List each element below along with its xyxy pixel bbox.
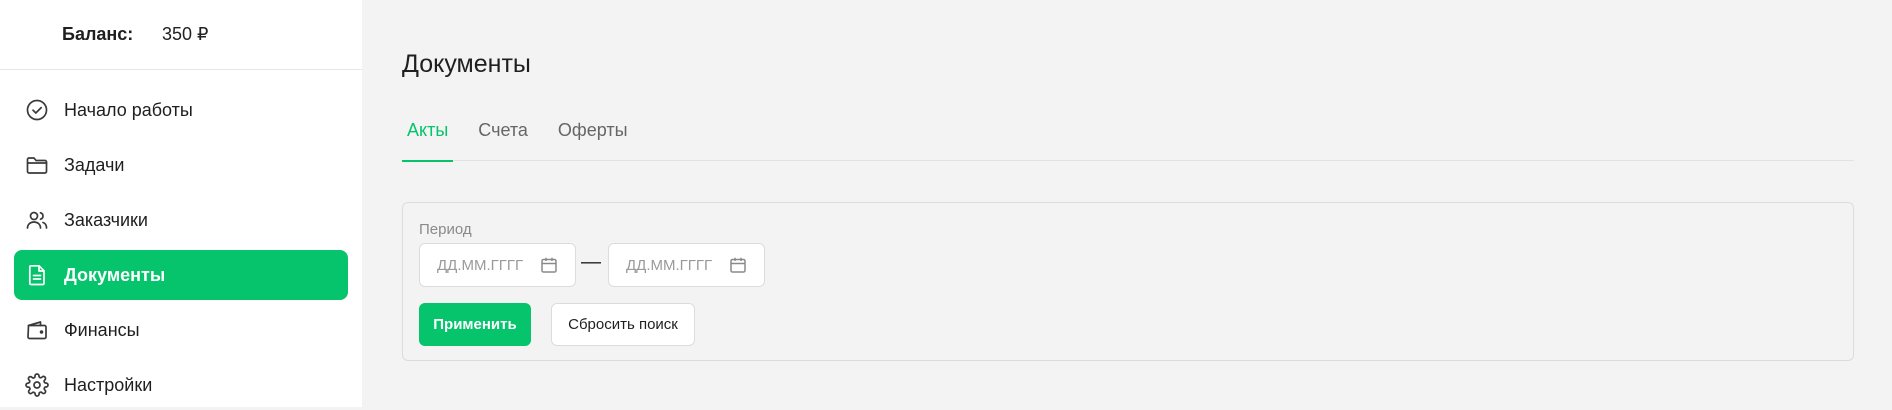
sidebar-item-finance[interactable]: Финансы xyxy=(14,305,348,355)
calendar-icon[interactable] xyxy=(728,255,748,275)
tab-acts[interactable]: Акты xyxy=(402,110,454,162)
sidebar-item-label: Настройки xyxy=(64,374,153,395)
sidebar-item-label: Начало работы xyxy=(64,99,193,120)
date-to-placeholder: ДД.ММ.ГГГГ xyxy=(626,256,713,274)
sidebar-item-customers[interactable]: Заказчики xyxy=(14,195,348,245)
wallet-icon xyxy=(24,317,50,343)
sidebar-item-label: Документы xyxy=(64,264,166,285)
reset-search-button[interactable]: Сбросить поиск xyxy=(551,303,695,346)
date-range-separator: — xyxy=(581,251,601,273)
calendar-icon[interactable] xyxy=(539,255,559,275)
folder-icon xyxy=(24,152,50,178)
balance-value: 350 ₽ xyxy=(162,24,209,44)
sidebar-item-documents[interactable]: Документы xyxy=(14,250,348,300)
sidebar: Баланс: 350 ₽ Начало работы Задачи Заказ… xyxy=(0,0,362,407)
sidebar-item-label: Заказчики xyxy=(64,209,148,230)
sidebar-item-settings[interactable]: Настройки xyxy=(14,360,348,410)
document-icon xyxy=(24,262,50,288)
check-circle-icon xyxy=(24,97,50,123)
balance-label: Баланс: xyxy=(62,24,134,44)
date-to-input[interactable]: ДД.ММ.ГГГГ xyxy=(608,243,765,287)
page-title: Документы xyxy=(402,50,531,78)
sidebar-item-label: Задачи xyxy=(64,154,125,175)
sidebar-item-label: Финансы xyxy=(64,319,140,340)
users-icon xyxy=(24,207,50,233)
tab-invoices[interactable]: Счета xyxy=(473,110,533,160)
filter-panel: Период ДД.ММ.ГГГГ — ДД.ММ.ГГГГ Применить… xyxy=(402,202,1854,361)
sidebar-item-tasks[interactable]: Задачи xyxy=(14,140,348,190)
date-from-placeholder: ДД.ММ.ГГГГ xyxy=(437,256,524,274)
tab-offers[interactable]: Оферты xyxy=(553,110,633,160)
document-tabs: Акты Счета Оферты xyxy=(402,110,1854,162)
sidebar-nav: Начало работы Задачи Заказчики Документы… xyxy=(0,70,362,410)
main-content: Документы Акты Счета Оферты Период ДД.ММ… xyxy=(362,0,1892,407)
period-label: Период xyxy=(419,221,472,238)
gear-icon xyxy=(24,372,50,398)
apply-button[interactable]: Применить xyxy=(419,303,531,346)
date-from-input[interactable]: ДД.ММ.ГГГГ xyxy=(419,243,576,287)
balance-bar: Баланс: 350 ₽ xyxy=(0,0,362,70)
sidebar-item-start[interactable]: Начало работы xyxy=(14,85,348,135)
